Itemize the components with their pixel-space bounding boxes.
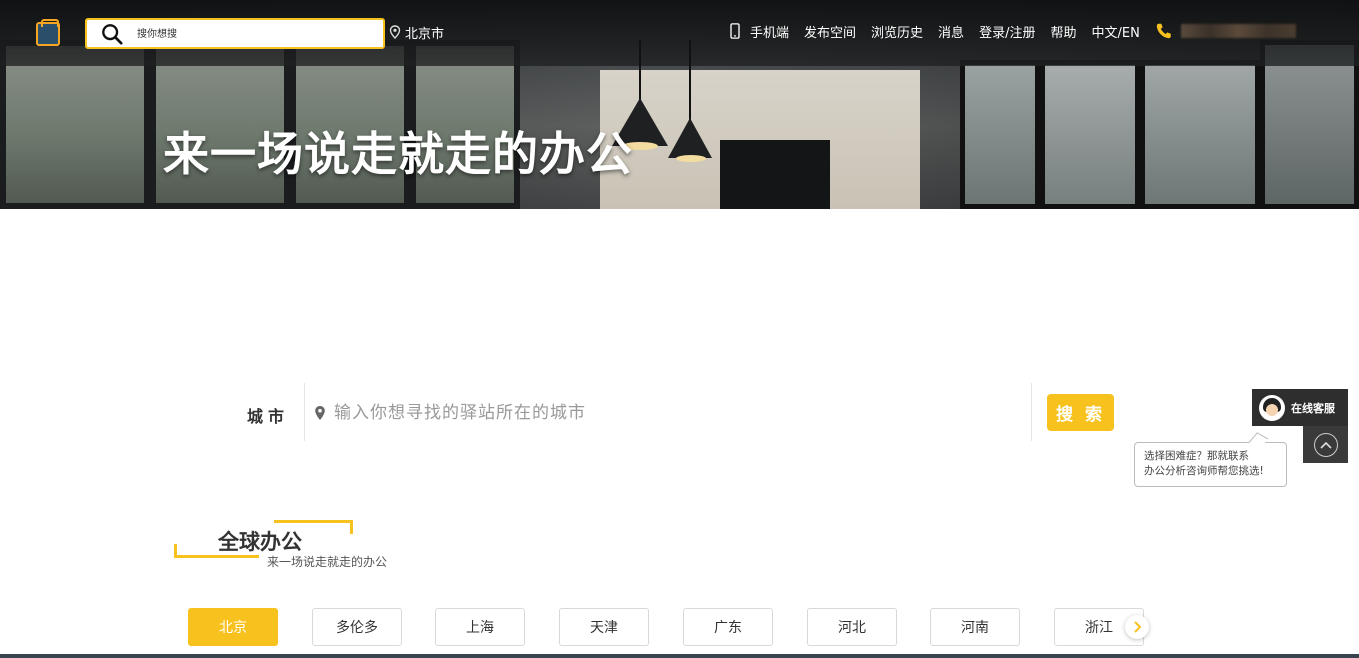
avatar	[1259, 394, 1285, 421]
divider	[1031, 383, 1032, 441]
phone-number-blurred	[1180, 24, 1296, 38]
section-subtitle: 来一场说走就走的办公	[267, 555, 388, 569]
city-tab[interactable]: 河南	[930, 608, 1020, 646]
nav-help[interactable]: 帮助	[1050, 22, 1076, 41]
city-tab[interactable]: 河北	[807, 608, 897, 646]
hero-slogan: 来一场说走就走的办公	[163, 127, 633, 181]
mobile-phone-icon	[730, 23, 740, 39]
service-tooltip: 选择困难症？那就联系 办公分析咨询师帮您挑选!	[1134, 442, 1287, 487]
section-title: 全球办公	[218, 530, 302, 554]
online-service-label: 在线客服	[1291, 401, 1335, 415]
nav-language-switch[interactable]: 中文/EN	[1091, 22, 1139, 41]
city-tab[interactable]: 天津	[559, 608, 649, 646]
bottom-bar	[0, 654, 1359, 658]
nav-mobile[interactable]: 手机端	[750, 22, 789, 41]
chevron-right-icon	[1134, 621, 1142, 633]
search-icon[interactable]	[101, 23, 123, 45]
nav-messages[interactable]: 消息	[938, 22, 964, 41]
city-search-button[interactable]: 搜 索	[1047, 394, 1114, 431]
location-pin-icon	[389, 25, 401, 39]
city-tab[interactable]: 上海	[435, 608, 525, 646]
page: 来一场说走就走的办公 北京市 手机端 发布空间 浏览历史 消息 登录/注册 帮助…	[0, 0, 1359, 658]
logo-icon[interactable]	[36, 19, 60, 46]
city-tab[interactable]: 北京	[188, 608, 278, 646]
nav-login-register[interactable]: 登录/注册	[979, 22, 1035, 41]
header-search-box	[85, 18, 385, 49]
divider	[304, 383, 305, 441]
chevron-up-icon	[1313, 432, 1338, 457]
online-service-button[interactable]: 在线客服	[1252, 389, 1348, 426]
city-label: 城市	[247, 407, 290, 426]
location-pin-icon	[315, 406, 325, 420]
city-search-row: 城市 搜 索	[0, 383, 1359, 443]
city-name: 北京市	[405, 26, 445, 42]
nav-publish-space[interactable]: 发布空间	[804, 22, 856, 41]
city-selector[interactable]: 北京市	[389, 22, 444, 42]
city-search-input[interactable]	[334, 401, 934, 425]
top-nav: 手机端 发布空间 浏览历史 消息 登录/注册 帮助 中文/EN	[728, 20, 1296, 42]
city-tab[interactable]: 多伦多	[312, 608, 402, 646]
phone-icon	[1156, 23, 1171, 39]
tooltip-line-1: 选择困难症？那就联系	[1144, 450, 1249, 462]
nav-browse-history[interactable]: 浏览历史	[871, 22, 923, 41]
header-search-input[interactable]	[137, 25, 377, 43]
back-to-top-button[interactable]	[1303, 426, 1348, 463]
lamp-icon	[668, 118, 712, 158]
city-tab[interactable]: 广东	[683, 608, 773, 646]
section-header: 全球办公 来一场说走就走的办公	[174, 520, 414, 570]
tabs-next-button[interactable]	[1125, 615, 1149, 639]
tooltip-line-2: 办公分析咨询师帮您挑选!	[1144, 465, 1264, 477]
